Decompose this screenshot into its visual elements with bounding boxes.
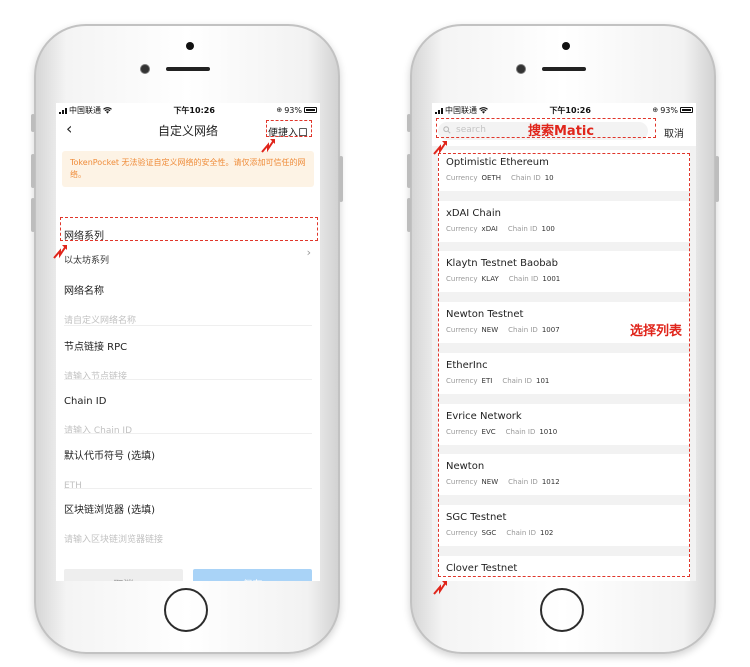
front-camera [562, 42, 570, 50]
battery-percent: 93% [284, 105, 302, 115]
page-title: 自定义网络 [157, 123, 218, 138]
volume-down-button [31, 198, 35, 232]
divider [64, 325, 312, 326]
arrow-icon [53, 245, 67, 259]
arrow-icon [261, 139, 275, 153]
wifi-icon [103, 106, 112, 114]
earpiece-speaker [166, 67, 210, 71]
mute-switch [31, 114, 35, 132]
clock: 下午10:26 [173, 105, 215, 115]
symbol-label: 默认代币符号 (选填) [64, 451, 155, 462]
carrier-label: 中国联通 [69, 105, 101, 115]
battery-percent: 93% [660, 105, 678, 115]
orientation-lock-icon: ⊕ [276, 106, 283, 114]
volume-up-button [31, 154, 35, 188]
status-bar: 中国联通 下午10:26 ⊕ 93% [56, 103, 320, 117]
proximity-sensor [140, 64, 150, 74]
clock: 下午10:26 [549, 105, 591, 115]
volume-up-button [407, 154, 411, 188]
back-button[interactable]: ‹ [66, 121, 72, 137]
front-camera [186, 42, 194, 50]
wifi-icon [479, 106, 488, 114]
explorer-field: 区块链浏览器 (选填) 请输入区块链浏览器链接 [56, 498, 320, 546]
divider [64, 488, 312, 489]
chain-id-field: Chain ID 请输入 Chain ID [56, 389, 320, 437]
phone-frame-left: 中国联通 下午10:26 ⊕ 93% ‹ 自定义网络 便捷入口 TokenPoc… [31, 24, 343, 654]
earpiece-speaker [542, 67, 586, 71]
rpc-field: 节点链接 RPC 请输入节点链接 [56, 335, 320, 383]
chain-id-input[interactable]: 请输入 Chain ID [64, 426, 132, 436]
signal-icon [59, 107, 67, 114]
battery-icon [680, 107, 693, 113]
save-button[interactable]: 保存 [193, 569, 312, 581]
divider [64, 379, 312, 380]
battery-icon [304, 107, 317, 113]
explorer-input[interactable]: 请输入区块链浏览器链接 [64, 535, 163, 545]
symbol-field: 默认代币符号 (选填) ETH [56, 444, 320, 492]
network-name-label: 网络名称 [64, 286, 104, 297]
network-name-field: 网络名称 请自定义网络名称 [56, 279, 320, 327]
chain-id-label: Chain ID [64, 396, 107, 407]
rpc-label: 节点链接 RPC [64, 342, 128, 353]
network-family-select[interactable]: 以太坊系列 › [56, 243, 320, 266]
security-warning: TokenPocket 无法验证自定义网络的安全性。请仅添加可信任的网络。 [62, 151, 314, 187]
volume-down-button [407, 198, 411, 232]
power-button [715, 156, 719, 202]
action-buttons: 取消 保存 [64, 569, 312, 581]
search-cancel-button[interactable]: 取消 [664, 125, 684, 140]
quick-entry-highlight [266, 120, 312, 137]
power-button [339, 156, 343, 202]
carrier-label: 中国联通 [445, 105, 477, 115]
mute-switch [407, 114, 411, 132]
screen-custom-network: 中国联通 下午10:26 ⊕ 93% ‹ 自定义网络 便捷入口 TokenPoc… [56, 103, 320, 581]
status-bar: 中国联通 下午10:26 ⊕ 93% [432, 103, 696, 117]
network-family-highlight [60, 217, 318, 241]
list-annotation: 选择列表 [630, 324, 683, 339]
list-highlight [438, 153, 690, 577]
network-family-value: 以太坊系列 [64, 256, 110, 266]
orientation-lock-icon: ⊕ [652, 106, 659, 114]
home-button[interactable] [540, 588, 584, 632]
search-annotation: 搜索Matic [528, 124, 595, 139]
divider [64, 433, 312, 434]
cancel-button[interactable]: 取消 [64, 569, 183, 581]
home-button[interactable] [164, 588, 208, 632]
chevron-right-icon: › [306, 246, 311, 259]
symbol-input[interactable]: ETH [64, 481, 82, 491]
arrow-icon [433, 581, 447, 595]
proximity-sensor [516, 64, 526, 74]
signal-icon [435, 107, 443, 114]
explorer-label: 区块链浏览器 (选填) [64, 505, 155, 516]
rpc-input[interactable]: 请输入节点链接 [64, 372, 127, 382]
